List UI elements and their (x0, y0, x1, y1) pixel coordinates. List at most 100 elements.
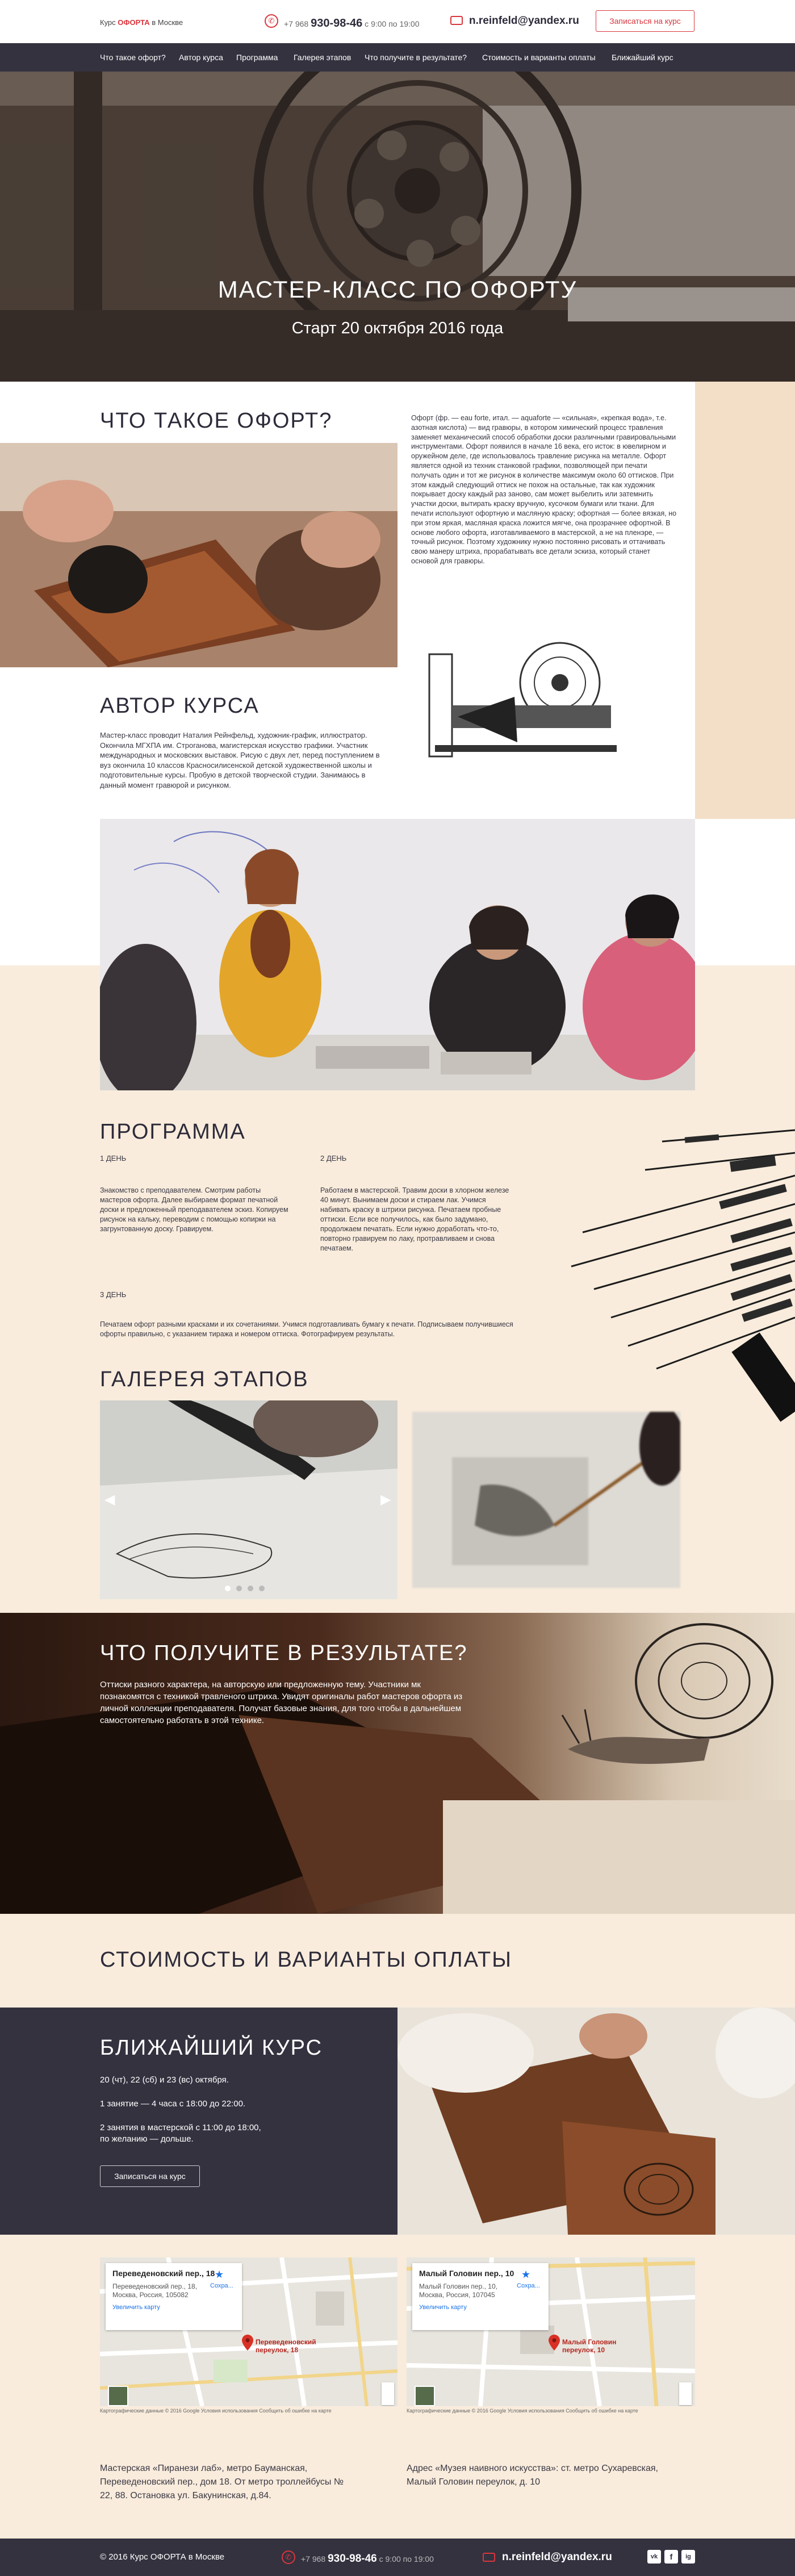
map-museum-caption: Адрес «Музея наивного искусства»: ст. ме… (407, 2464, 658, 2487)
footer-mail-icon (483, 2553, 495, 2562)
phone-hours: с 9:00 по 19:00 (362, 19, 420, 28)
map-museum-card: Малый Головин пер., 10 Малый Головин пер… (412, 2263, 549, 2330)
next-course-title: БЛИЖАЙШИЙ КУРС (100, 2036, 323, 2060)
hero-title: МАСТЕР-КЛАСС ПО ОФОРТУ (217, 276, 578, 303)
author-photo-side-left (0, 965, 100, 1090)
nav-item-price[interactable]: Стоимость и варианты оплаты (482, 53, 596, 62)
map-workshop-save-icon[interactable]: ★ (215, 2269, 224, 2281)
site-footer: © 2016 Курс ОФОРТА в Москве ✆ +7 968 930… (0, 2539, 795, 2576)
header-email[interactable]: n.reinfeld@yandex.ru (469, 15, 579, 27)
price-title: СТОИМОСТЬ И ВАРИАНТЫ ОПЛАТЫ (100, 1948, 512, 1972)
mail-icon (450, 16, 463, 25)
logo-suffix: в Москве (149, 18, 183, 27)
map-museum-satellite-thumb[interactable] (415, 2386, 435, 2406)
price-section: СТОИМОСТЬ И ВАРИАНТЫ ОПЛАТЫ (0, 1914, 795, 2008)
maps-section: Переведеновский пер., 18 Переведеновский… (0, 2235, 795, 2539)
signup-button[interactable]: Записаться на курс (596, 10, 694, 32)
nav-item-result[interactable]: Что получите в результате? (365, 53, 467, 62)
nav-item-program[interactable]: Программа (236, 53, 278, 62)
map-workshop-caption: Мастерская «Пиранези лаб», метро Бауманс… (100, 2464, 344, 2500)
what-section-accent (695, 382, 795, 819)
next-course-dates: 20 (чт), 22 (сб) и 23 (вс) октября. (100, 2075, 229, 2085)
author-title: АВТОР КУРСА (100, 694, 260, 718)
gallery-title: ГАЛЕРЕЯ ЭТАПОВ (100, 1368, 309, 1391)
map-museum-zoom-control[interactable] (679, 2382, 692, 2405)
vk-icon[interactable]: vk (647, 2550, 661, 2564)
map-workshop-attribution: Картографические данные © 2016 Google Ус… (100, 2408, 332, 2414)
facebook-icon[interactable]: f (664, 2550, 678, 2564)
map-workshop-save-label[interactable]: Сохра... (210, 2282, 233, 2289)
next-course-line1: 1 занятие — 4 часа с 18:00 до 22:00. (100, 2099, 246, 2109)
gallery-dot-3[interactable] (248, 1586, 253, 1591)
program-day2-label: 2 ДЕНЬ (320, 1154, 347, 1162)
map-workshop-enlarge-link[interactable]: Увеличить карту (112, 2304, 235, 2311)
gallery-dots (225, 1586, 273, 1591)
result-title: ЧТО ПОЛУЧИТЕ В РЕЗУЛЬТАТЕ? (100, 1641, 468, 1665)
footer-copyright: © 2016 Курс ОФОРТА в Москве (100, 2552, 225, 2562)
map-workshop[interactable]: Переведеновский пер., 18 Переведеновский… (100, 2257, 398, 2406)
gallery-slide-next (412, 1412, 680, 1588)
phone-icon: ✆ (265, 14, 278, 28)
press-engraving-image (418, 632, 622, 762)
program-title: ПРОГРАММА (100, 1120, 246, 1144)
site-logo[interactable]: Курс ОФОРТА в Москве (100, 18, 183, 27)
next-course-section: БЛИЖАЙШИЙ КУРС 20 (чт), 22 (сб) и 23 (вс… (0, 2008, 398, 2235)
what-photo (0, 443, 398, 667)
author-photo-side-right (695, 965, 795, 1090)
gallery-dot-2[interactable] (236, 1586, 242, 1591)
program-day1-label: 1 ДЕНЬ (100, 1154, 127, 1162)
program-day3-text: Печатаем офорт разными красками и их соч… (100, 1320, 513, 1338)
footer-phone-prefix: +7 968 (301, 2554, 328, 2564)
footer-phone-hours: с 9:00 по 19:00 (376, 2554, 434, 2564)
program-day2-text: Работаем в мастерской. Травим доски в хл… (320, 1186, 509, 1252)
phone-prefix: +7 968 (284, 19, 311, 28)
nav-item-what[interactable]: Что такое офорт? (100, 53, 166, 62)
logo-prefix: Курс (100, 18, 118, 27)
footer-phone[interactable]: +7 968 930-98-46 с 9:00 по 19:00 (301, 2553, 434, 2565)
map-workshop-satellite-thumb[interactable] (108, 2386, 128, 2406)
site-header: Курс ОФОРТА в Москве ✆ +7 968 930-98-46 … (0, 0, 795, 43)
map-museum-pin-icon (549, 2335, 560, 2351)
hero-section: МАСТЕР-КЛАСС ПО ОФОРТУ Старт 20 октября … (0, 72, 795, 382)
phone-main: 930-98-46 (311, 17, 363, 30)
gallery-dot-1[interactable] (225, 1586, 231, 1591)
nav-item-author[interactable]: Автор курса (179, 53, 223, 62)
author-text: Мастер-класс проводит Наталия Рейнфельд,… (100, 731, 380, 789)
map-museum-save-icon[interactable]: ★ (521, 2269, 530, 2281)
program-day1-text: Знакомство с преподавателем. Смотрим раб… (100, 1186, 288, 1233)
map-museum-enlarge-link[interactable]: Увеличить карту (419, 2304, 542, 2311)
instagram-icon[interactable]: ig (681, 2550, 695, 2564)
map-museum[interactable]: Малый Головин пер., 10 Малый Головин пер… (407, 2257, 695, 2406)
result-section: ЧТО ПОЛУЧИТЕ В РЕЗУЛЬТАТЕ? Оттиски разно… (0, 1613, 795, 1914)
gallery-prev-arrow[interactable]: ◀ (104, 1491, 115, 1508)
tools-engraving-image (571, 1129, 795, 1422)
gallery-slide-active: ◀ ▶ (100, 1400, 398, 1599)
main-nav: Что такое офорт? Автор курса Программа Г… (0, 43, 795, 72)
map-museum-attribution: Картографические данные © 2016 Google Ус… (407, 2408, 638, 2414)
next-course-signup-button[interactable]: Записаться на курс (100, 2165, 200, 2187)
logo-brand: ОФОРТА (118, 18, 150, 27)
map-museum-save-label[interactable]: Сохра... (517, 2282, 540, 2289)
map-museum-card-addr: Малый Головин пер., 10, Москва, Россия, … (419, 2282, 497, 2299)
program-day3-label: 3 ДЕНЬ (100, 1290, 127, 1299)
header-phone[interactable]: +7 968 930-98-46 с 9:00 по 19:00 (284, 17, 420, 30)
nav-item-next-course[interactable]: Ближайший курс (612, 53, 673, 62)
what-title: ЧТО ТАКОЕ ОФОРТ? (100, 409, 333, 433)
gallery-next-arrow[interactable]: ▶ (380, 1491, 391, 1508)
hero-subtitle: Старт 20 октября 2016 года (291, 319, 504, 337)
nav-item-gallery[interactable]: Галерея этапов (294, 53, 351, 62)
map-workshop-card: Переведеновский пер., 18 Переведеновский… (106, 2263, 242, 2330)
next-course-line2: 2 занятия в мастерской с 11:00 до 18:00, (100, 2123, 261, 2132)
map-workshop-pin-icon (242, 2335, 253, 2351)
result-text: Оттиски разного характера, на авторскую … (100, 1680, 463, 1725)
footer-email[interactable]: n.reinfeld@yandex.ru (502, 2551, 612, 2564)
next-course-photo (398, 2008, 795, 2235)
what-text: Офорт (фр. — eau forte, итал. — aquafort… (411, 414, 677, 565)
footer-phone-icon: ✆ (282, 2550, 295, 2564)
map-museum-pin-label: Малый Головин переулок, 10 (562, 2338, 617, 2354)
footer-phone-main: 930-98-46 (328, 2553, 377, 2565)
author-photo (100, 819, 695, 1090)
map-workshop-pin-label: Переведеновский переулок, 18 (256, 2338, 316, 2354)
map-workshop-zoom-control[interactable] (382, 2382, 394, 2405)
gallery-dot-4[interactable] (259, 1586, 265, 1591)
